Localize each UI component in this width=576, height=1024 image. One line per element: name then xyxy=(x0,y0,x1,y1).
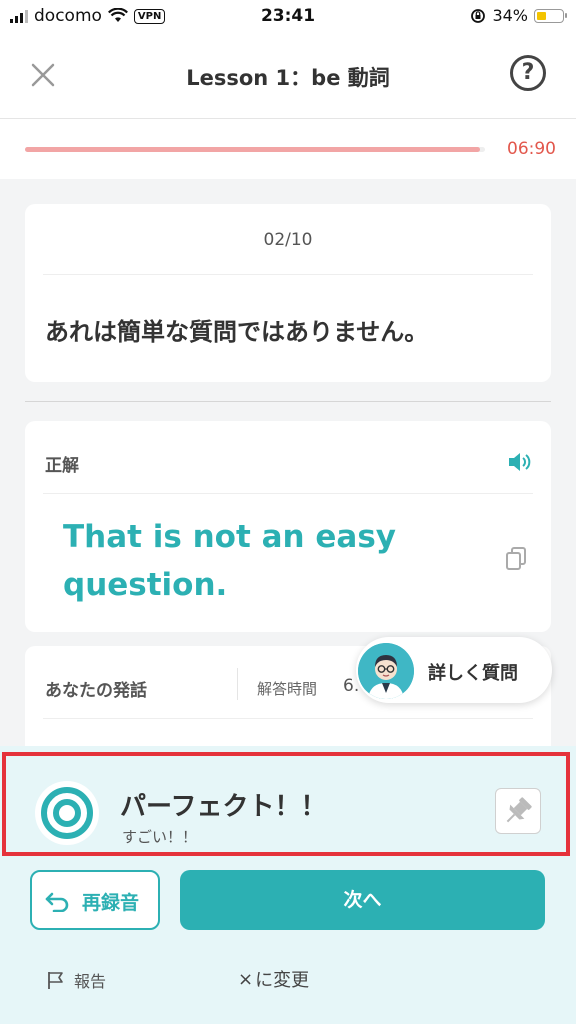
pin-icon xyxy=(506,797,532,823)
divider xyxy=(43,274,533,275)
question-counter: 02/10 xyxy=(263,230,313,250)
answer-time-label: 解答時間 xyxy=(257,680,318,698)
pin-button[interactable] xyxy=(495,788,541,834)
timer-progress-fill xyxy=(25,147,481,152)
battery-icon xyxy=(534,8,567,23)
ask-details-label: 詳しく質問 xyxy=(428,663,518,684)
target-icon xyxy=(35,781,99,845)
answer-text: That is not an easy question. xyxy=(63,519,396,603)
result-subtitle: すごい！！ xyxy=(122,828,198,846)
divider xyxy=(43,493,533,494)
answer-card: 正解 That is not an easy question. xyxy=(25,421,551,632)
cross-icon: × xyxy=(238,968,254,990)
divider xyxy=(43,718,533,719)
status-bar: docomo VPN 23:41 34% xyxy=(0,0,576,34)
nav-bar: Lesson 1：be 動詞 ? xyxy=(0,34,576,119)
question-text: あれは簡単な質問ではありません。 xyxy=(45,318,429,346)
section-divider xyxy=(25,401,551,402)
timer-section: 06:90 xyxy=(0,119,576,179)
report-label: 報告 xyxy=(74,972,107,991)
flag-icon xyxy=(48,972,63,989)
answer-label: 正解 xyxy=(45,456,79,476)
change-to-incorrect-button[interactable]: × に変更 xyxy=(238,966,309,992)
copy-icon[interactable] xyxy=(505,547,527,571)
timer-value: 06:90 xyxy=(507,139,556,159)
page-title: Lesson 1：be 動詞 xyxy=(186,66,390,90)
tutor-avatar-icon xyxy=(358,643,414,699)
status-right: 34% xyxy=(470,6,567,25)
help-icon[interactable]: ? xyxy=(510,55,546,91)
rerecord-label: 再録音 xyxy=(82,892,140,914)
timer-progress-bar xyxy=(25,147,485,152)
orientation-lock-icon xyxy=(471,8,486,23)
change-label: に変更 xyxy=(255,970,310,991)
rerecord-button[interactable]: 再録音 xyxy=(30,870,160,930)
report-button[interactable]: 報告 xyxy=(46,968,106,992)
divider xyxy=(237,668,238,700)
your-speech-label: あなたの発話 xyxy=(45,681,147,701)
speaker-icon[interactable] xyxy=(507,451,533,473)
next-button[interactable]: 次へ xyxy=(180,870,545,930)
ask-details-button[interactable]: 詳しく質問 xyxy=(356,637,552,703)
result-panel: パーフェクト！！ すごい！！ 再録音 次へ 報告 × に変更 xyxy=(0,746,576,1024)
question-card: 02/10 あれは簡単な質問ではありません。 xyxy=(25,204,551,382)
battery-percent: 34% xyxy=(492,6,528,25)
return-arrow-icon xyxy=(45,892,69,912)
result-title: パーフェクト！！ xyxy=(120,792,327,822)
result-banner: パーフェクト！！ すごい！！ xyxy=(2,752,570,856)
